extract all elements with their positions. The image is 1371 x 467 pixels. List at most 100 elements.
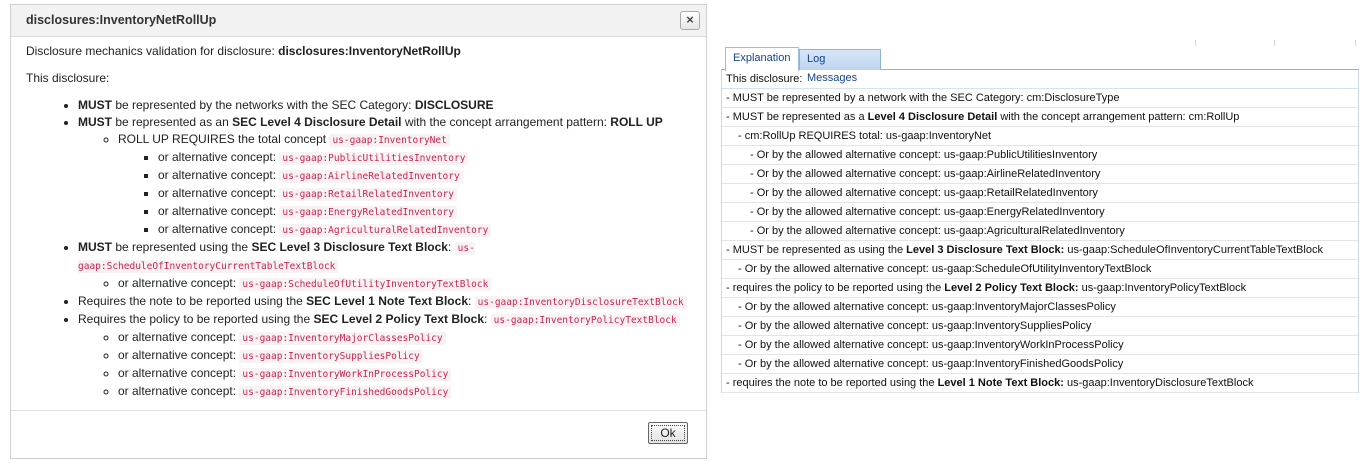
table-row[interactable]: - Or by the allowed alternative concept:… — [722, 355, 1358, 374]
item-text: Requires the note to be reported using t… — [78, 294, 307, 308]
list-item: MUST be represented as an SEC Level 4 Di… — [78, 114, 696, 239]
row-strong: Level 3 Disclosure Text Block: — [906, 244, 1065, 256]
item-text: be represented by the networks with the … — [112, 98, 415, 112]
row-strong: Level 2 Policy Text Block: — [944, 282, 1079, 294]
item-strong: SEC Level 4 Disclosure Detail — [232, 115, 402, 129]
sublist: or alternative concept: us-gaap:Inventor… — [78, 329, 696, 401]
alt-label: or alternative concept: — [118, 384, 240, 398]
alt-label: or alternative concept: — [158, 186, 280, 200]
intro-text: Disclosure mechanics validation for disc… — [26, 43, 696, 60]
tab-log-messages[interactable]: Log Messages — [799, 49, 881, 84]
table-row[interactable]: - MUST be represented as a Level 4 Discl… — [722, 108, 1358, 127]
alt-label: or alternative concept: — [158, 222, 280, 236]
close-icon[interactable]: × — [680, 11, 700, 30]
row-text: - MUST be represented as using the — [726, 244, 907, 256]
table-row[interactable]: - Or by the allowed alternative concept:… — [722, 203, 1358, 222]
must-label: MUST — [78, 240, 112, 254]
list-item: Requires the note to be reported using t… — [78, 293, 696, 311]
row-text: us-gaap:InventoryPolicyTextBlock — [1078, 282, 1247, 294]
concept-code: us-gaap:RetailRelatedInventory — [279, 188, 457, 201]
item-strong: DISCLOSURE — [414, 98, 494, 112]
tab-bar: Explanation Log Messages — [721, 47, 1359, 84]
concept-code: us-gaap:ScheduleOfUtilityInventoryTextBl… — [239, 278, 492, 291]
explanation-panel: Explanation Log Messages This disclosure… — [721, 40, 1359, 393]
list-item: or alternative concept: us-gaap:Schedule… — [118, 275, 696, 293]
list-item: or alternative concept: us-gaap:PublicUt… — [158, 149, 696, 167]
concept-code: us-gaap:InventorySuppliesPolicy — [239, 350, 423, 363]
table-row[interactable]: - requires the note to be reported using… — [722, 374, 1358, 393]
table-row[interactable]: - requires the policy to be reported usi… — [722, 279, 1358, 298]
concept-code: us-gaap:InventoryFinishedGoodsPolicy — [239, 386, 452, 399]
intro-prefix: Disclosure mechanics validation for disc… — [26, 44, 279, 58]
row-text: - requires the note to be reported using… — [726, 377, 938, 389]
concept-code: us-gaap:PublicUtilitiesInventory — [279, 152, 469, 165]
list-item: or alternative concept: us-gaap:Inventor… — [118, 383, 696, 401]
concept-code: us-gaap:AirlineRelatedInventory — [279, 170, 463, 183]
item-strong: ROLL UP — [610, 115, 663, 129]
table-row[interactable]: - Or by the allowed alternative concept:… — [722, 146, 1358, 165]
requirements-list: MUST be represented by the networks with… — [26, 97, 696, 401]
list-item: or alternative concept: us-gaap:AirlineR… — [158, 167, 696, 185]
concept-code: us-gaap:InventoryMajorClassesPolicy — [239, 332, 446, 345]
tab-explanation[interactable]: Explanation — [725, 47, 799, 71]
row-strong: Level 1 Note Text Block: — [937, 377, 1064, 389]
list-item: or alternative concept: us-gaap:Inventor… — [118, 329, 696, 347]
item-strong: SEC Level 1 Note Text Block — [306, 294, 468, 308]
item-text: : — [468, 294, 475, 308]
table-row[interactable]: - Or by the allowed alternative concept:… — [722, 184, 1358, 203]
table-row[interactable]: - Or by the allowed alternative concept:… — [722, 222, 1358, 241]
table-row[interactable]: - MUST be represented by a network with … — [722, 89, 1358, 108]
table-row[interactable]: - Or by the allowed alternative concept:… — [722, 165, 1358, 184]
item-strong: SEC Level 2 Policy Text Block — [313, 312, 484, 326]
list-item: or alternative concept: us-gaap:Agricult… — [158, 221, 696, 239]
ok-button[interactable]: Ok — [648, 422, 688, 444]
row-text: - requires the policy to be reported usi… — [726, 282, 945, 294]
item-strong: SEC Level 3 Disclosure Text Block — [251, 240, 448, 254]
row-strong: Level 4 Disclosure Detail — [867, 111, 998, 123]
sublist: or alternative concept: us-gaap:Schedule… — [78, 275, 696, 293]
table-row[interactable]: - Or by the allowed alternative concept:… — [722, 336, 1358, 355]
item-text: : — [484, 312, 491, 326]
row-text: us-gaap:InventoryDisclosureTextBlock — [1063, 377, 1254, 389]
item-text: be represented using the — [112, 240, 252, 254]
table-row[interactable]: - cm:RollUp REQUIRES total: us-gaap:Inve… — [722, 127, 1358, 146]
row-text: with the concept arrangement pattern: cm… — [997, 111, 1240, 123]
must-label: MUST — [78, 115, 112, 129]
alt-label: or alternative concept: — [158, 204, 280, 218]
concept-code: us-gaap:InventoryWorkInProcessPolicy — [239, 368, 452, 381]
dialog-body: Disclosure mechanics validation for disc… — [26, 43, 696, 401]
list-item: or alternative concept: us-gaap:Inventor… — [118, 365, 696, 383]
list-item: MUST be represented using the SEC Level … — [78, 239, 696, 293]
table-row[interactable]: - Or by the allowed alternative concept:… — [722, 298, 1358, 317]
item-text: ROLL UP REQUIRES the total concept — [118, 132, 330, 146]
table-row[interactable]: - MUST be represented as using the Level… — [722, 241, 1358, 260]
row-text: - MUST be represented as a — [726, 111, 868, 123]
concept-code: us-gaap:AgriculturalRelatedInventory — [279, 224, 492, 237]
explanation-grid: This disclosure: - MUST be represented b… — [721, 70, 1359, 393]
validation-dialog: disclosures:InventoryNetRollUp × Disclos… — [10, 4, 707, 459]
concept-code: us-gaap:InventoryPolicyTextBlock — [490, 314, 680, 327]
dialog-title: disclosures:InventoryNetRollUp — [26, 13, 217, 27]
alt-label: or alternative concept: — [118, 276, 240, 290]
dialog-header: disclosures:InventoryNetRollUp × — [11, 5, 706, 37]
item-text: Requires the policy to be reported using… — [78, 312, 314, 326]
item-text: with the concept arrangement pattern: — [401, 115, 611, 129]
list-item: or alternative concept: us-gaap:EnergyRe… — [158, 203, 696, 221]
alt-label: or alternative concept: — [118, 366, 240, 380]
table-row[interactable]: - Or by the allowed alternative concept:… — [722, 260, 1358, 279]
concept-code: us-gaap:InventoryNet — [329, 134, 450, 147]
list-item: Requires the policy to be reported using… — [78, 311, 696, 401]
item-text: be represented as an — [112, 115, 233, 129]
intro-disclosure-name: disclosures:InventoryNetRollUp — [278, 44, 461, 58]
table-row[interactable]: - Or by the allowed alternative concept:… — [722, 317, 1358, 336]
dialog-footer-divider — [11, 410, 706, 411]
alt-label: or alternative concept: — [118, 348, 240, 362]
concept-code: us-gaap:EnergyRelatedInventory — [279, 206, 457, 219]
item-text: : — [447, 240, 455, 254]
sublist: or alternative concept: us-gaap:PublicUt… — [118, 149, 696, 239]
row-text: us-gaap:ScheduleOfInventoryCurrentTableT… — [1064, 244, 1323, 256]
list-item: or alternative concept: us-gaap:RetailRe… — [158, 185, 696, 203]
sublist: ROLL UP REQUIRES the total concept us-ga… — [78, 131, 696, 239]
must-label: MUST — [78, 98, 112, 112]
table-row[interactable]: This disclosure: — [722, 70, 1358, 89]
